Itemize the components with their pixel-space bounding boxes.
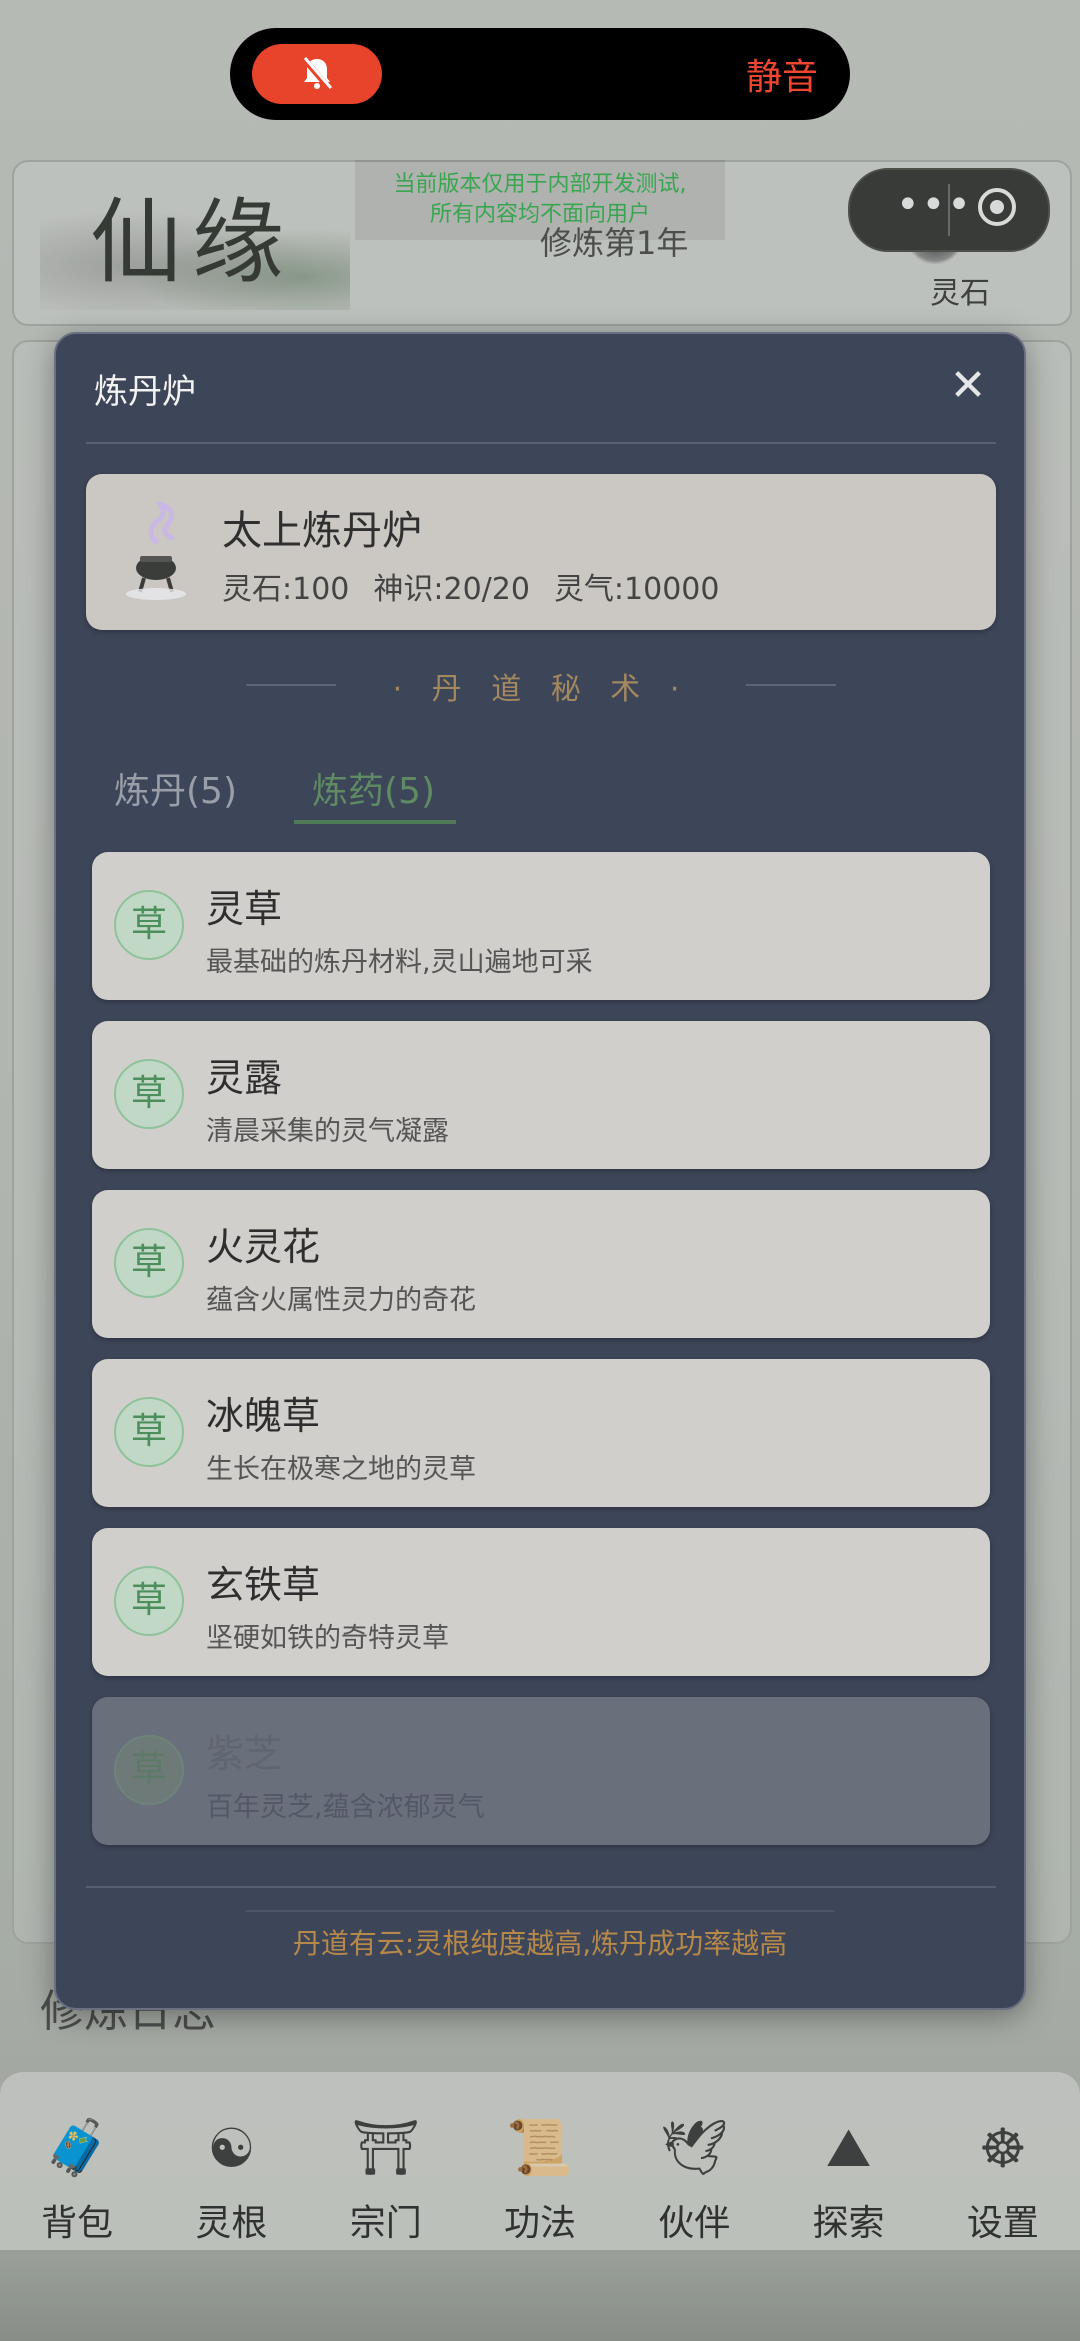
close-icon[interactable]: ✕ xyxy=(946,364,990,408)
footer-divider xyxy=(86,1886,996,1888)
herb-badge: 草 xyxy=(114,1566,184,1636)
modal-divider xyxy=(86,442,996,444)
silent-mode-indicator: 静音 xyxy=(230,28,850,120)
furnace-lingshi: 灵石:100 xyxy=(222,572,350,607)
herb-badge: 草 xyxy=(114,1397,184,1467)
herb-name: 玄铁草 xyxy=(206,1563,321,1607)
herb-item[interactable]: 草 玄铁草 坚硬如铁的奇特灵草 xyxy=(92,1528,990,1676)
herb-desc: 坚硬如铁的奇特灵草 xyxy=(206,1623,449,1654)
alchemy-furnace-modal: 炼丹炉 ✕ 太上炼丹炉 灵石:100 神识:20/20 灵气:10000 · 丹 道… xyxy=(54,332,1026,2010)
herb-list: 草 灵草 最基础的炼丹材料,灵山遍地可采 草 灵露 清晨采集的灵气凝露 草 火灵… xyxy=(92,852,990,1866)
tab-medicine[interactable]: 炼药(5) xyxy=(312,762,435,814)
incense-burner-icon xyxy=(126,502,186,600)
modal-title: 炼丹炉 xyxy=(94,372,196,412)
footer-tip: 丹道有云:灵根纯度越高,炼丹成功率越高 xyxy=(292,1927,788,1960)
furnace-lingqi: 灵气:10000 xyxy=(553,572,720,607)
herb-name: 火灵花 xyxy=(206,1225,321,1269)
furnace-stats: 灵石:100 神识:20/20 灵气:10000 xyxy=(222,564,743,608)
silent-label: 静音 xyxy=(745,57,818,98)
herb-name: 冰魄草 xyxy=(206,1394,321,1438)
herb-item[interactable]: 草 灵草 最基础的炼丹材料,灵山遍地可采 xyxy=(92,852,990,1000)
furnace-name: 太上炼丹炉 xyxy=(222,508,422,554)
bell-muted-icon xyxy=(252,44,382,104)
furnace-shenshi: 神识:20/20 xyxy=(373,572,530,607)
herb-badge: 草 xyxy=(114,1228,184,1298)
herb-desc: 百年灵芝,蕴含浓郁灵气 xyxy=(206,1792,485,1823)
herb-badge: 草 xyxy=(114,890,184,960)
active-tab-indicator xyxy=(294,820,456,824)
herb-badge: 草 xyxy=(114,1059,184,1129)
herb-desc: 最基础的炼丹材料,灵山遍地可采 xyxy=(206,947,593,978)
furnace-card: 太上炼丹炉 灵石:100 神识:20/20 灵气:10000 xyxy=(86,474,996,630)
footer-inner-line xyxy=(246,1910,834,1912)
herb-desc: 清晨采集的灵气凝露 xyxy=(206,1116,449,1147)
herb-item-locked: 草 紫芝 百年灵芝,蕴含浓郁灵气 xyxy=(92,1697,990,1845)
herb-desc: 生长在极寒之地的灵草 xyxy=(206,1454,476,1485)
herb-name: 灵露 xyxy=(206,1056,283,1100)
herb-item[interactable]: 草 灵露 清晨采集的灵气凝露 xyxy=(92,1021,990,1169)
herb-item[interactable]: 草 火灵花 蕴含火属性灵力的奇花 xyxy=(92,1190,990,1338)
herb-desc: 蕴含火属性灵力的奇花 xyxy=(206,1285,476,1316)
herb-name: 紫芝 xyxy=(206,1732,283,1776)
section-title: · 丹 道 秘 术 · xyxy=(246,664,836,708)
herb-name: 灵草 xyxy=(206,887,283,931)
herb-item[interactable]: 草 冰魄草 生长在极寒之地的灵草 xyxy=(92,1359,990,1507)
herb-badge: 草 xyxy=(114,1735,184,1805)
tab-alchemy[interactable]: 炼丹(5) xyxy=(114,762,237,814)
